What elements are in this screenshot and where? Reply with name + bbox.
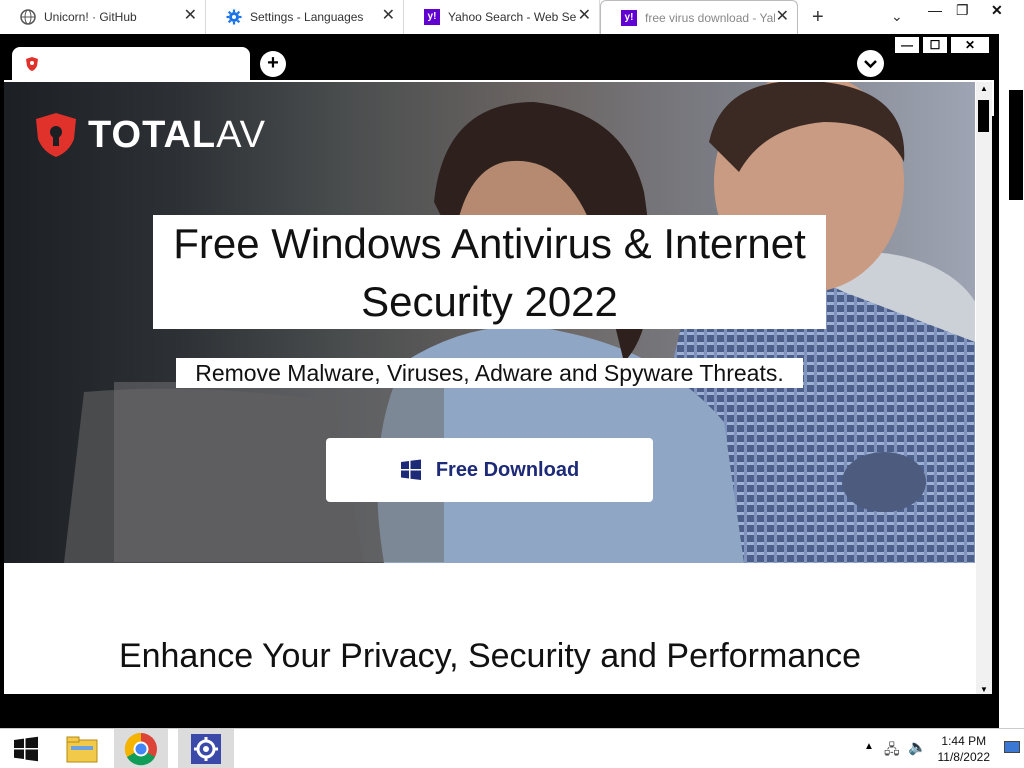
windows-start-icon [14,736,38,762]
yahoo-icon: y! [621,10,637,26]
tab-search-button[interactable] [857,50,884,77]
outer-tab-github[interactable]: Unicorn! · GitHub ✕ [0,0,206,34]
scroll-up-icon[interactable]: ▲ [980,84,988,93]
outer-tab-free-virus[interactable]: y! free virus download - Yal ✕ [600,0,798,34]
logo-text-light: AV [216,113,267,156]
close-window-button[interactable]: ✕ [950,36,990,54]
volume-icon[interactable]: 🔈 [908,738,927,756]
tab-label: Settings - Languages [250,10,364,24]
subheadline-box: Remove Malware, Viruses, Adware and Spyw… [176,358,803,388]
new-tab-button[interactable]: + [260,51,286,77]
scrollbar-thumb[interactable] [978,100,989,132]
inner-tab-active[interactable] [12,47,250,80]
restore-button[interactable]: ❐ [956,2,969,19]
page-viewport: TOTALAV Free Windows Antivirus & Interne… [4,82,976,694]
start-button[interactable] [0,729,52,768]
notification-icon[interactable] [1004,741,1020,753]
gear-icon [191,734,221,764]
close-icon[interactable]: ✕ [578,8,591,24]
headline-line1: Free Windows Antivirus & Internet [173,220,806,267]
chrome-icon [124,732,157,766]
tray-overflow-icon[interactable]: ▲ [864,741,874,752]
system-clock[interactable]: 1:44 PM 11/8/2022 [938,733,991,765]
scroll-down-icon[interactable]: ▼ [980,685,988,694]
close-icon[interactable]: ✕ [184,8,197,24]
taskbar-settings[interactable] [178,729,234,768]
taskbar-chrome[interactable] [114,729,168,768]
folder-icon [66,736,98,763]
minimize-button[interactable]: — [928,2,942,18]
section-title: Enhance Your Privacy, Security and Perfo… [118,637,862,675]
hero-banner: TOTALAV Free Windows Antivirus & Interne… [4,82,975,563]
new-tab-button[interactable]: + [812,6,824,29]
logo-text-bold: TOTAL [88,113,217,156]
inner-tab-bar: + — ☐ ✕ [0,34,998,80]
maximize-button[interactable]: ☐ [922,36,948,54]
chevron-down-icon [864,60,877,69]
totalav-logo[interactable]: TOTALAV [34,112,266,158]
tab-search-button[interactable]: ⌄ [891,8,903,25]
minimize-button[interactable]: — [894,36,920,54]
close-icon[interactable]: ✕ [776,9,789,25]
shield-icon [26,57,38,71]
download-label: Free Download [435,458,580,481]
clock-time: 1:44 PM [941,734,987,748]
network-icon[interactable]: 🖧 [884,739,900,763]
tab-label: Yahoo Search - Web Sea [448,10,576,24]
headline-line2: Security 2022 [361,278,618,325]
clock-date: 11/8/2022 [937,750,991,764]
close-icon[interactable]: ✕ [382,8,395,24]
tab-label: free virus download - Yal [645,10,775,25]
windows-icon [400,459,421,480]
gear-icon [226,9,242,25]
taskbar: ▲ 🖧 🔈 1:44 PM 11/8/2022 [0,728,1024,768]
outer-tab-strip: Unicorn! · GitHub ✕ Settings - Languages… [0,0,1024,34]
headline-box: Free Windows Antivirus & Internet Securi… [153,215,826,329]
outer-tab-yahoo-search[interactable]: y! Yahoo Search - Web Sea ✕ [404,0,600,34]
background-window-edge [998,34,1024,728]
globe-icon [20,9,36,25]
shield-logo-icon [36,113,76,157]
close-window-button[interactable]: ✕ [991,2,1003,19]
free-download-button[interactable]: Free Download [326,438,653,502]
tab-label: Unicorn! · GitHub [44,10,137,24]
taskbar-file-explorer[interactable] [58,729,106,768]
page-scrollbar[interactable]: ▲ ▼ [976,82,992,694]
yahoo-icon: y! [424,9,440,25]
subheadline: Remove Malware, Viruses, Adware and Spyw… [195,360,784,386]
background-scrollbar-thumb [1009,90,1023,200]
outer-tab-settings[interactable]: Settings - Languages ✕ [206,0,404,34]
